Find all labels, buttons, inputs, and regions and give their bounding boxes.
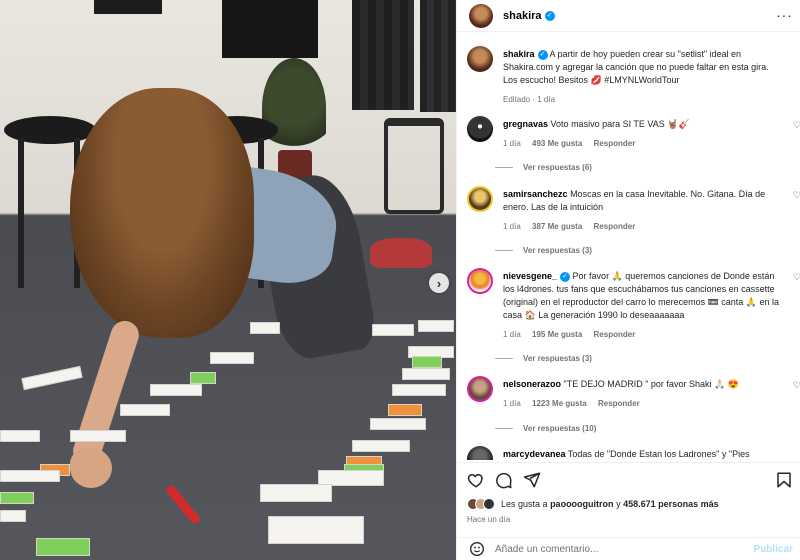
person-hand: [70, 448, 112, 488]
song-card: [120, 404, 170, 416]
comment-time: 1 día: [503, 139, 521, 148]
heart-icon[interactable]: ♡: [793, 272, 800, 283]
song-card: [370, 418, 426, 430]
likes-conj: y: [616, 499, 621, 509]
song-card: [36, 538, 90, 556]
shoes: [370, 238, 432, 268]
reply-button[interactable]: Responder: [598, 399, 640, 408]
post-photo: ›: [0, 0, 456, 560]
post-side-panel: shakira ✓ ··· shakira ✓ A partir de hoy p…: [456, 0, 800, 560]
more-horizontal-icon[interactable]: ···: [776, 7, 793, 23]
heart-icon[interactable]: ♡: [793, 380, 800, 391]
song-card: [0, 492, 34, 504]
song-card: [402, 368, 450, 380]
comment-time: 1 día: [503, 222, 521, 231]
song-card: [250, 322, 280, 334]
acoustic-panel: [352, 0, 414, 110]
song-card: [0, 430, 40, 442]
author-avatar[interactable]: [467, 46, 493, 72]
comment-text: Todas de "Donde Estan los Ladrones" y "P…: [567, 449, 750, 459]
publish-button[interactable]: Publicar: [754, 544, 793, 555]
song-card: [150, 384, 202, 396]
song-card: [352, 440, 410, 452]
wall-frame: [94, 0, 162, 14]
comment-likes[interactable]: 387 Me gusta: [532, 222, 582, 231]
author-avatar[interactable]: [469, 3, 493, 28]
likes-count[interactable]: 458.671 personas más: [623, 499, 719, 509]
comment-time: 1 día: [503, 399, 521, 408]
song-card: [0, 510, 26, 522]
reply-button[interactable]: Responder: [594, 330, 636, 339]
share-icon[interactable]: [523, 471, 541, 489]
song-card: [0, 470, 60, 482]
verified-icon: ✓: [560, 272, 571, 282]
song-card: [418, 320, 454, 332]
next-image-button[interactable]: ›: [429, 273, 449, 293]
song-card: [388, 404, 422, 416]
reply-button[interactable]: Responder: [594, 222, 636, 231]
song-card: [210, 352, 254, 364]
heart-icon[interactable]: ♡: [793, 190, 800, 201]
comment-username[interactable]: gregnavas: [503, 119, 548, 129]
emoji-icon[interactable]: [469, 541, 485, 557]
comments-list[interactable]: shakira ✓ A partir de hoy pueden crear su…: [457, 40, 800, 460]
liker-username[interactable]: paooooguitron: [550, 499, 613, 509]
comment-username[interactable]: samirsanchezc: [503, 189, 568, 199]
caption-username[interactable]: shakira: [503, 49, 535, 59]
song-card: [372, 324, 414, 336]
comment-username[interactable]: nelsonerazoo: [503, 379, 561, 389]
commenter-avatar[interactable]: [467, 186, 493, 212]
comment-username[interactable]: nievesgene_: [503, 271, 557, 281]
song-card: [412, 356, 442, 368]
reply-button[interactable]: Responder: [594, 139, 636, 148]
comment-likes[interactable]: 195 Me gusta: [532, 330, 582, 339]
post-time[interactable]: Hace un día: [467, 515, 510, 524]
verified-icon: ✓: [544, 10, 555, 21]
song-card: [70, 430, 126, 442]
acoustic-panel: [420, 0, 456, 112]
heart-icon[interactable]: [467, 471, 485, 489]
comment-icon[interactable]: [495, 471, 513, 489]
caption-meta: Editado · 1 día: [503, 95, 556, 104]
song-card: [268, 516, 364, 544]
add-comment-bar: Publicar: [457, 537, 800, 560]
liker-avatar: [483, 498, 495, 510]
commenter-avatar[interactable]: [467, 268, 493, 294]
song-card: [260, 484, 332, 502]
verified-icon: ✓: [537, 50, 548, 60]
likes-summary: Les gusta a paooooguitron y 458.671 pers…: [467, 498, 719, 510]
song-card: [21, 365, 83, 391]
action-bar: [457, 462, 800, 498]
commenter-avatar[interactable]: [467, 446, 493, 460]
comment-likes[interactable]: 1223 Me gusta: [532, 399, 587, 408]
wall-tv: [222, 0, 318, 58]
comment-time: 1 día: [503, 330, 521, 339]
heart-icon[interactable]: ♡: [793, 120, 800, 131]
post-header: shakira ✓ ···: [457, 0, 800, 32]
chair: [384, 118, 444, 214]
person-hair: [70, 88, 254, 338]
person-arm: [69, 317, 143, 469]
commenter-avatar[interactable]: [467, 376, 493, 402]
view-replies-button[interactable]: Ver respuestas (6): [495, 163, 592, 172]
comment-likes[interactable]: 493 Me gusta: [532, 139, 582, 148]
view-replies-button[interactable]: Ver respuestas (3): [495, 354, 592, 363]
comment-text: "TE DEJO MADRID " por favor Shaki 🙏🏻 😍: [563, 379, 739, 389]
likes-prefix: Les gusta a: [501, 499, 548, 509]
comment-text: Voto masivo para SI TE VAS 🤘🏽🎸: [550, 119, 690, 129]
red-marker: [164, 483, 202, 526]
song-card: [190, 372, 216, 384]
author-username[interactable]: shakira: [503, 10, 542, 22]
commenter-avatar[interactable]: [467, 116, 493, 142]
song-card: [392, 384, 446, 396]
comment-username[interactable]: marcydevanea: [503, 449, 566, 459]
comment-input[interactable]: [495, 543, 725, 555]
view-replies-button[interactable]: Ver respuestas (3): [495, 246, 592, 255]
view-replies-button[interactable]: Ver respuestas (10): [495, 424, 596, 433]
bookmark-icon[interactable]: [775, 471, 793, 489]
